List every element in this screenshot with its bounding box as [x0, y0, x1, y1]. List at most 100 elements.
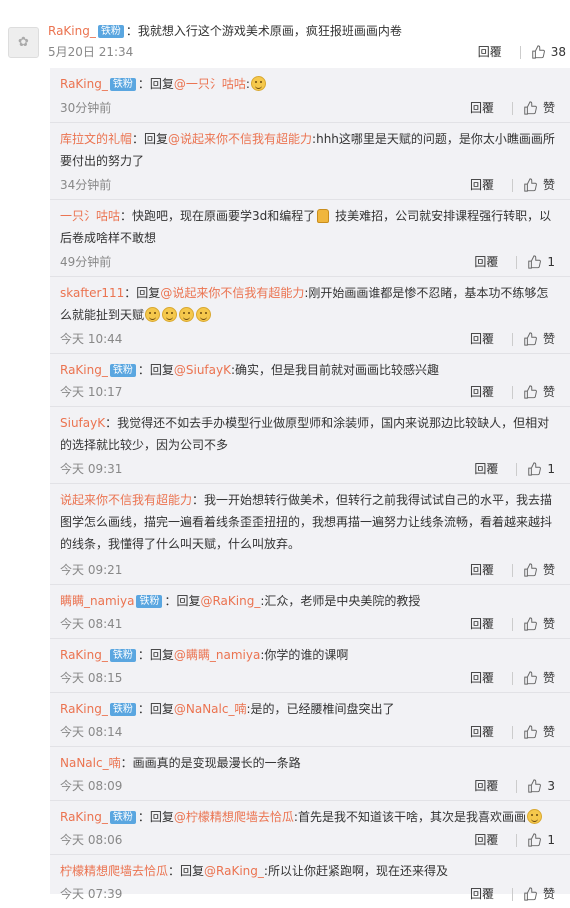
- like-button[interactable]: 1: [527, 832, 555, 848]
- like-button[interactable]: 1: [527, 254, 555, 270]
- fan-badge: 铁粉: [110, 364, 136, 377]
- mention-link[interactable]: @一只氵咕咕: [174, 77, 246, 91]
- avatar[interactable]: ✿: [8, 27, 39, 58]
- reply-text: 所以让你赶紧跑啊，现在还来得及: [268, 864, 448, 878]
- fan-badge: 铁粉: [136, 595, 162, 608]
- reply-username[interactable]: 柠檬精想爬墙去恰瓜: [60, 864, 168, 878]
- like-button[interactable]: 1: [527, 461, 555, 477]
- reply-button[interactable]: 回覆: [470, 670, 494, 686]
- mention-link[interactable]: @NaNalc_喃: [174, 702, 247, 716]
- reply-username[interactable]: RaKing_: [60, 77, 108, 91]
- reply-button[interactable]: 回覆: [474, 778, 498, 794]
- gift-emoji-icon: [317, 209, 329, 223]
- like-button[interactable]: 赞: [523, 724, 555, 740]
- thumbs-up-icon: [527, 779, 541, 793]
- reply-item: RaKing_铁粉：回复@一只氵咕咕:30分钟前回覆赞: [50, 68, 570, 123]
- reply-actions: 回覆 1: [474, 832, 555, 848]
- reply-username[interactable]: NaNalc_喃: [60, 756, 121, 770]
- reply-time: 今天 08:09: [60, 778, 122, 794]
- smile-emoji-icon: [251, 76, 266, 91]
- like-count: 赞: [543, 724, 555, 740]
- top-comment-text: ：我就想入行这个游戏美术原画，疯狂报班画画内卷: [126, 24, 402, 38]
- reply-button[interactable]: 回覆: [470, 100, 494, 116]
- reply-button[interactable]: 回覆: [470, 331, 494, 347]
- reply-item: 瞒瞒_namiya铁粉：回复@RaKing_:汇众，老师是中央美院的教授今天 0…: [50, 585, 570, 639]
- fan-badge: 铁粉: [110, 649, 136, 662]
- thumbs-up-icon: [531, 45, 545, 59]
- smile-emoji-icon: [196, 307, 211, 322]
- like-count: 赞: [543, 670, 555, 686]
- reply-item: RaKing_铁粉：回复@柠檬精想爬墙去恰瓜:首先是我不知道该干啥，其次是我喜欢…: [50, 801, 570, 855]
- like-button[interactable]: 赞: [523, 886, 555, 902]
- like-button[interactable]: 赞: [523, 331, 555, 347]
- reply-username[interactable]: 库拉文的礼帽: [60, 132, 132, 146]
- like-button[interactable]: 3: [527, 778, 555, 794]
- divider: [512, 564, 513, 577]
- mention-link[interactable]: @SiufayK: [174, 363, 231, 377]
- reply-username[interactable]: RaKing_: [60, 363, 108, 377]
- like-button[interactable]: 赞: [523, 616, 555, 632]
- like-button[interactable]: 赞: [523, 100, 555, 116]
- mention-link[interactable]: @说起来你不信我有超能力: [160, 286, 304, 300]
- reply-button[interactable]: 回覆: [470, 724, 494, 740]
- reply-button[interactable]: 回覆: [470, 616, 494, 632]
- reply-username[interactable]: RaKing_: [60, 648, 108, 662]
- reply-actions: 回覆 赞: [470, 177, 555, 193]
- mention-link[interactable]: @柠檬精想爬墙去恰瓜: [174, 810, 294, 824]
- reply-prefix: ：回复: [168, 864, 204, 878]
- reply-button[interactable]: 回覆: [470, 562, 494, 578]
- reply-username[interactable]: 说起来你不信我有超能力: [60, 493, 192, 507]
- like-button[interactable]: 赞: [523, 562, 555, 578]
- reply-button[interactable]: 回覆: [474, 254, 498, 270]
- reply-username[interactable]: 瞒瞒_namiya: [60, 594, 134, 608]
- reply-username[interactable]: SiufayK: [60, 416, 105, 430]
- like-button[interactable]: 赞: [523, 177, 555, 193]
- mention-link[interactable]: @说起来你不信我有超能力: [168, 132, 312, 146]
- thumbs-up-icon: [527, 462, 541, 476]
- reply-text-line: RaKing_铁粉：回复@一只氵咕咕:: [60, 73, 556, 95]
- divider: [512, 888, 513, 901]
- like-button[interactable]: 赞: [523, 670, 555, 686]
- mention-link[interactable]: @RaKing_: [204, 864, 264, 878]
- reply-text-line: 一只氵咕咕：快跑吧，现在原画要学3d和编程了 技美难招，公司就安排课程强行转职，…: [60, 205, 556, 249]
- mention-link[interactable]: @RaKing_: [200, 594, 260, 608]
- reply-prefix: ：快跑吧，现在原画要学3d和编程了: [120, 209, 315, 223]
- reply-prefix: ：我觉得还不如去手办模型行业做原型师和涂装师，国内来说那边比较缺人，但相对的选择…: [60, 416, 549, 452]
- like-button[interactable]: 赞: [523, 384, 555, 400]
- reply-username[interactable]: skafter111: [60, 286, 124, 300]
- reply-actions: 回覆 赞: [470, 562, 555, 578]
- like-button[interactable]: 38: [531, 44, 566, 60]
- reply-button[interactable]: 回覆: [470, 886, 494, 902]
- reply-time: 今天 08:15: [60, 670, 122, 686]
- reply-time: 今天 09:21: [60, 562, 122, 578]
- smile-emoji-icon: [527, 809, 542, 824]
- top-comment-username[interactable]: RaKing_: [48, 24, 96, 38]
- reply-button[interactable]: 回覆: [478, 44, 502, 60]
- top-comment-actions: 回覆 38: [478, 44, 566, 60]
- reply-text-line: NaNalc_喃：画画真的是变现最漫长的一条路: [60, 752, 556, 774]
- like-count: 赞: [543, 384, 555, 400]
- reply-item: skafter111：回复@说起来你不信我有超能力:刚开始画画谁都是惨不忍睹，基…: [50, 277, 570, 354]
- reply-item: RaKing_铁粉：回复@瞒瞒_namiya:你学的谁的课啊今天 08:15回覆…: [50, 639, 570, 693]
- fan-badge: 铁粉: [110, 78, 136, 91]
- reply-button[interactable]: 回覆: [470, 384, 494, 400]
- mention-link[interactable]: @瞒瞒_namiya: [174, 648, 260, 662]
- reply-text-line: SiufayK：我觉得还不如去手办模型行业做原型师和涂装师，国内来说那边比较缺人…: [60, 412, 556, 456]
- reply-button[interactable]: 回覆: [474, 461, 498, 477]
- reply-button[interactable]: 回覆: [474, 832, 498, 848]
- top-comment-text-line: RaKing_铁粉：我就想入行这个游戏美术原画，疯狂报班画画内卷: [48, 22, 560, 40]
- reply-button[interactable]: 回覆: [470, 177, 494, 193]
- thumbs-up-icon: [523, 671, 537, 685]
- reply-prefix: ：回复: [138, 77, 174, 91]
- thumbs-up-icon: [523, 725, 537, 739]
- smile-emoji-icon: [162, 307, 177, 322]
- reply-username[interactable]: 一只氵咕咕: [60, 209, 120, 223]
- like-count: 赞: [543, 331, 555, 347]
- like-count: 赞: [543, 100, 555, 116]
- reply-username[interactable]: RaKing_: [60, 702, 108, 716]
- reply-actions: 回覆 赞: [470, 724, 555, 740]
- reply-prefix: ：回复: [138, 363, 174, 377]
- reply-username[interactable]: RaKing_: [60, 810, 108, 824]
- reply-item: 一只氵咕咕：快跑吧，现在原画要学3d和编程了 技美难招，公司就安排课程强行转职，…: [50, 200, 570, 277]
- reply-prefix: ：回复: [138, 702, 174, 716]
